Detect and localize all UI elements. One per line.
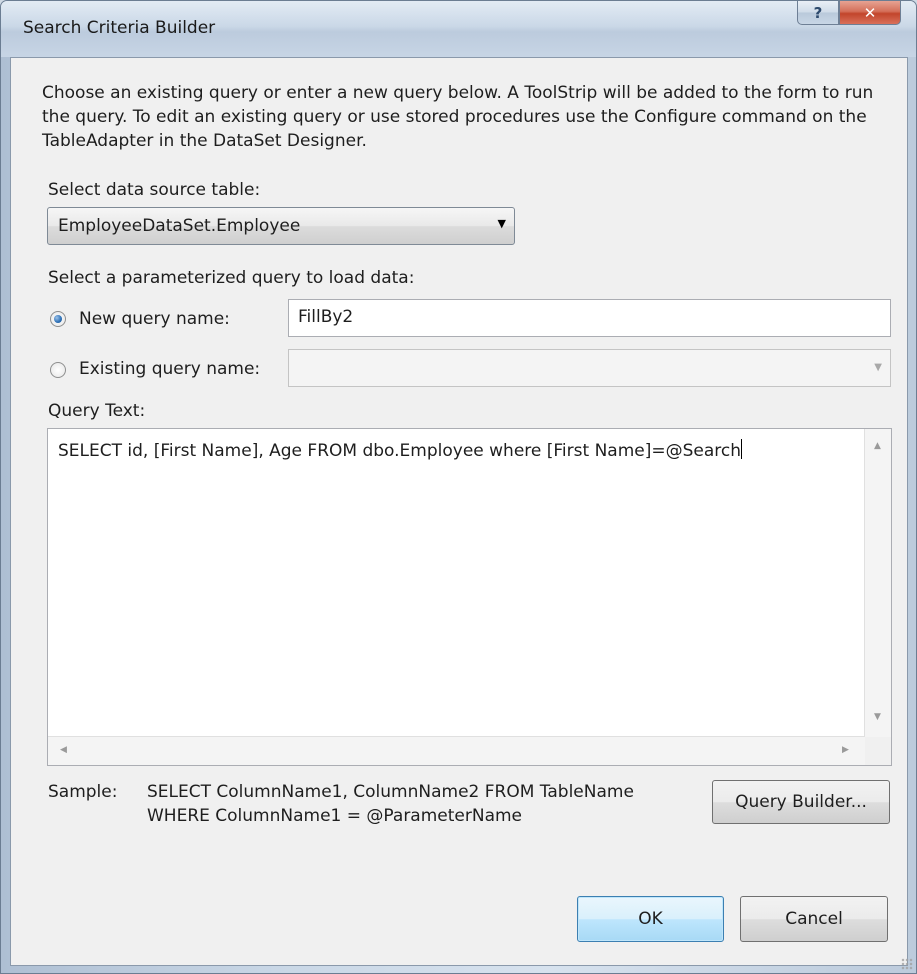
resize-grip-icon[interactable] — [901, 958, 913, 970]
query-builder-button[interactable]: Query Builder... — [712, 780, 890, 824]
scroll-right-icon[interactable]: ▶ — [842, 745, 849, 755]
query-text-content: SELECT id, [First Name], Age FROM dbo.Em… — [58, 439, 743, 461]
chevron-down-icon: ▼ — [497, 217, 506, 230]
data-source-label: Select data source table: — [48, 180, 261, 200]
title-bar: Search Criteria Builder ? ✕ — [1, 1, 916, 57]
sample-label: Sample: — [48, 782, 118, 802]
vertical-scrollbar[interactable]: ▲ ▼ — [864, 429, 891, 737]
new-query-radio[interactable] — [50, 311, 66, 327]
sample-line-1: SELECT ColumnName1, ColumnName2 FROM Tab… — [147, 782, 634, 802]
scroll-up-icon[interactable]: ▲ — [874, 441, 881, 451]
scrollbar-corner — [865, 737, 891, 765]
help-button[interactable]: ? — [797, 1, 839, 25]
query-text-value: SELECT id, [First Name], Age FROM dbo.Em… — [58, 441, 742, 461]
horizontal-scrollbar[interactable]: ◀ ▶ — [48, 736, 865, 765]
data-source-dropdown[interactable]: EmployeeDataSet.Employee ▼ — [47, 207, 515, 245]
description-text: Choose an existing query or enter a new … — [42, 83, 874, 151]
ok-button[interactable]: OK — [577, 896, 724, 942]
query-text-label: Query Text: — [48, 401, 146, 421]
existing-query-label[interactable]: Existing query name: — [79, 357, 260, 381]
close-button[interactable]: ✕ — [839, 1, 901, 25]
existing-query-radio[interactable] — [50, 362, 66, 378]
new-query-label[interactable]: New query name: — [79, 307, 230, 331]
scroll-down-icon[interactable]: ▼ — [874, 712, 881, 722]
search-criteria-builder-dialog: Search Criteria Builder ? ✕ Choose an ex… — [0, 0, 917, 974]
new-query-name-value: FillBy2 — [298, 307, 354, 327]
text-caret — [741, 439, 743, 459]
existing-query-dropdown[interactable]: ▼ — [288, 349, 891, 387]
sample-line-2: WHERE ColumnName1 = @ParameterName — [147, 806, 523, 826]
scroll-left-icon[interactable]: ◀ — [60, 745, 67, 755]
parameterized-query-label: Select a parameterized query to load dat… — [48, 268, 415, 288]
dialog-title: Search Criteria Builder — [23, 18, 216, 38]
close-icon: ✕ — [863, 3, 877, 22]
chevron-down-icon: ▼ — [874, 362, 882, 373]
help-icon: ? — [813, 3, 823, 22]
cancel-button[interactable]: Cancel — [740, 896, 888, 942]
query-text-area[interactable]: SELECT id, [First Name], Age FROM dbo.Em… — [47, 428, 892, 766]
new-query-name-input[interactable]: FillBy2 — [288, 299, 891, 337]
data-source-value: EmployeeDataSet.Employee — [58, 216, 301, 236]
